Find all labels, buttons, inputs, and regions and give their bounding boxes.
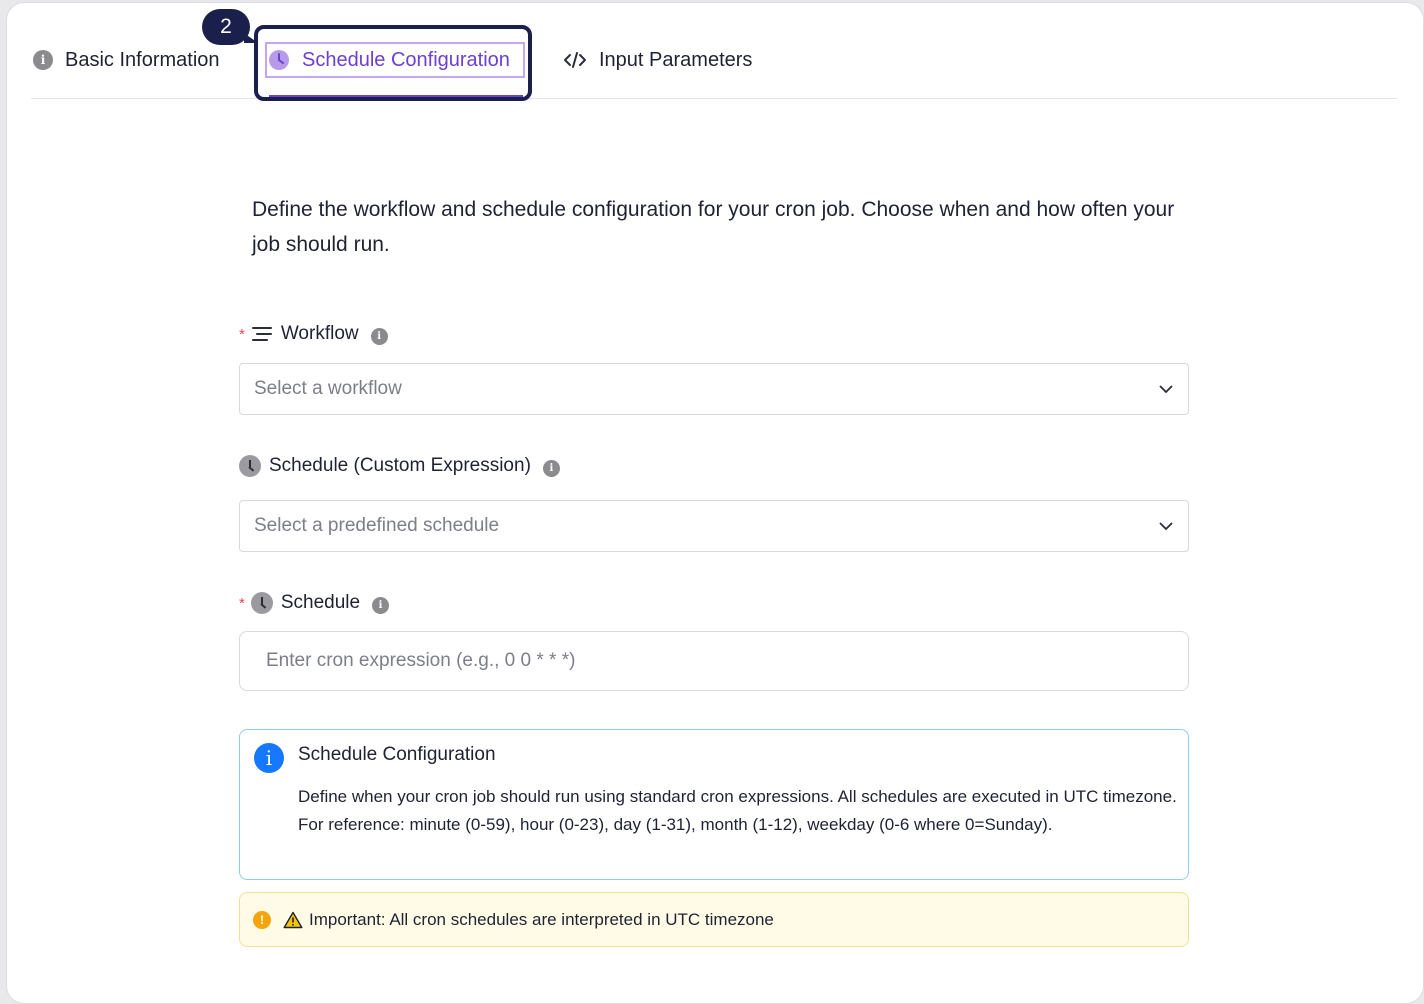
custom-schedule-label-row: Schedule (Custom Expression) i xyxy=(239,455,560,477)
warning-text: Important: All cron schedules are interp… xyxy=(309,909,774,929)
alert-description: Define when your cron job should run usi… xyxy=(298,787,1177,834)
tab-label: Basic Information xyxy=(65,48,220,71)
required-mark: * xyxy=(239,594,245,612)
cron-expression-input[interactable]: Enter cron expression (e.g., 0 0 * * *) xyxy=(239,631,1189,691)
predefined-schedule-select[interactable]: Select a predefined schedule xyxy=(239,500,1189,552)
chevron-down-icon xyxy=(1158,517,1174,541)
tab-label: Input Parameters xyxy=(599,48,753,71)
warning-triangle-icon xyxy=(283,911,303,929)
required-mark: * xyxy=(239,325,245,343)
clock-icon xyxy=(250,592,273,614)
predefined-schedule-placeholder: Select a predefined schedule xyxy=(254,515,500,536)
step-badge: 2 xyxy=(202,9,258,45)
schedule-label-row: * Schedule i xyxy=(239,592,390,614)
workflow-label-row: * Workflow i xyxy=(239,323,388,345)
intro-text: Define the workflow and schedule configu… xyxy=(252,198,1175,256)
info-icon[interactable]: i xyxy=(542,455,560,477)
schedule-info-alert: i Schedule Configuration Define when you… xyxy=(239,729,1189,880)
workflow-select[interactable]: Select a workflow xyxy=(239,363,1189,415)
workflow-select-placeholder: Select a workflow xyxy=(254,378,402,399)
cron-expression-placeholder: Enter cron expression (e.g., 0 0 * * *) xyxy=(266,650,576,671)
tab-input-parameters[interactable]: Input Parameters xyxy=(563,30,752,90)
clock-icon xyxy=(239,455,261,477)
custom-schedule-label: Schedule (Custom Expression) xyxy=(269,455,531,476)
highlight-box xyxy=(254,25,532,101)
chevron-down-icon xyxy=(1158,380,1174,404)
alert-title: Schedule Configuration xyxy=(298,744,496,765)
menu-lines-icon xyxy=(251,324,273,344)
schedule-label: Schedule xyxy=(280,592,361,613)
warning-circle-icon: ! xyxy=(253,910,271,929)
tab-basic-information[interactable]: i Basic Information xyxy=(33,30,220,90)
code-icon xyxy=(563,50,587,70)
workflow-label: Workflow xyxy=(280,323,359,344)
info-icon: i xyxy=(33,50,53,70)
info-icon[interactable]: i xyxy=(372,592,390,614)
info-icon[interactable]: i xyxy=(370,323,388,345)
info-circle-icon: i xyxy=(254,743,284,773)
utc-warning-alert: ! Important: All cron schedules are inte… xyxy=(239,892,1189,947)
